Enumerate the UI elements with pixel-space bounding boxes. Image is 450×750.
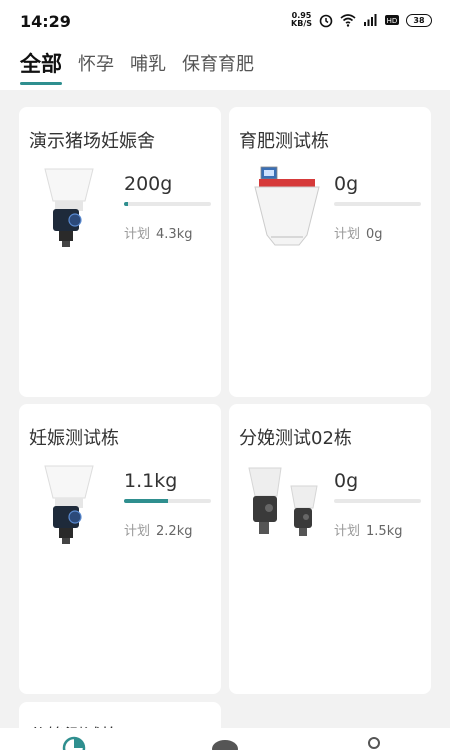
tab-all[interactable]: 全部 [20,44,62,85]
current-weight: 1.1kg [124,470,178,492]
barn-card[interactable]: 分娩测试02栋 0g 计划 1.5kg [229,404,431,694]
alarm-icon [319,14,333,28]
barn-title: 演示猪场妊娠舍 [29,131,155,152]
feeding-progress-bar [334,202,421,206]
pig-icon[interactable] [210,736,240,750]
plan-value: 0g [366,227,383,242]
plan-label: 计划 [334,227,361,242]
plan-amount: 计划 4.3kg [124,223,192,242]
wifi-icon [340,14,356,27]
barn-card[interactable]: 演示猪场妊娠舍 200g 计划 4.3kg [19,107,221,397]
current-weight: 0g [334,470,359,492]
plan-label: 计划 [124,227,151,242]
fattening-feeder-image [254,166,320,246]
farrowing-feeder-image [248,467,318,536]
category-tabs: 全部 怀孕 哺乳 保育育肥 [0,44,450,90]
hd-icon: HD [385,15,399,25]
plan-value: 1.5kg [366,524,403,539]
tab-pregnancy[interactable]: 怀孕 [78,44,114,76]
tab-lactation[interactable]: 哺乳 [130,44,166,76]
status-bar: 14:29 0.95 KB/S HD 38 [0,0,450,44]
status-icons: 0.95 KB/S HD 38 [291,12,432,28]
user-icon[interactable] [364,736,384,750]
plan-value: 4.3kg [156,227,193,242]
plan-amount: 计划 0g [334,223,383,242]
feeding-progress-bar [334,499,421,503]
svg-text:HD: HD [387,17,398,25]
plan-amount: 计划 1.5kg [334,520,402,539]
sow-feeder-image [44,168,94,247]
tab-nursery-fattening[interactable]: 保育育肥 [182,44,254,76]
current-weight: 0g [334,173,359,195]
feeding-progress-bar [124,202,211,206]
barn-card[interactable]: 妊娠测试栋 1.1kg 计划 2.2kg [19,404,221,694]
signal-icon [364,14,377,26]
current-weight: 200g [124,173,173,195]
plan-value: 2.2kg [156,524,193,539]
plan-amount: 计划 2.2kg [124,520,192,539]
network-speed: 0.95 KB/S [291,11,312,28]
status-time: 14:29 [20,12,71,31]
plan-label: 计划 [334,524,361,539]
feeding-progress-bar [124,499,211,503]
barn-title: 分娩测试02栋 [239,428,352,449]
sow-feeder-image [44,465,94,544]
barn-title: 育肥测试栋 [239,131,329,152]
bottom-navigation [0,728,450,750]
progress-fill [124,202,129,206]
battery-icon: 38 [406,13,432,27]
barn-title: 妊娠测试栋 [29,428,119,449]
barn-card[interactable]: 育肥测试栋 0g 计划 0g [229,107,431,397]
pie-chart-icon[interactable] [62,736,86,750]
progress-fill [124,499,168,503]
plan-label: 计划 [124,524,151,539]
